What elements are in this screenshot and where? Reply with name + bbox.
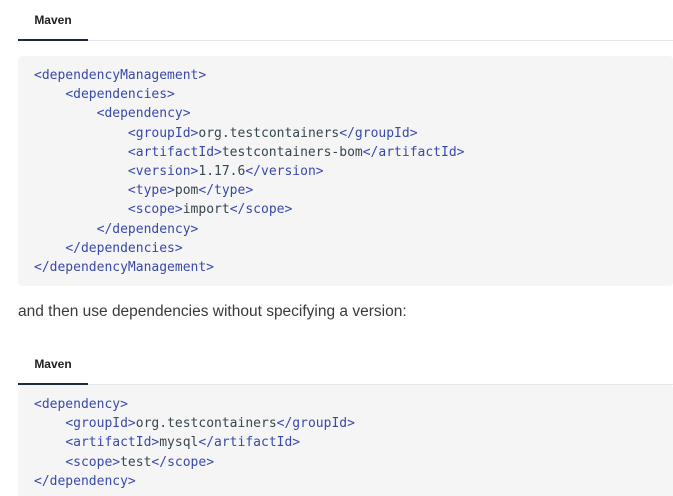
code-line: </dependencyManagement>	[34, 258, 657, 277]
xml-close-tag: </scope>	[151, 454, 215, 470]
xml-text-value: mysql	[159, 435, 199, 451]
xml-open-tag: <dependencies>	[65, 87, 175, 103]
xml-open-tag: <type>	[127, 183, 175, 199]
code-line: <dependency>	[34, 104, 657, 123]
xml-close-tag: </groupId>	[339, 125, 418, 141]
xml-open-tag: <scope>	[127, 202, 183, 218]
code-line: </dependencies>	[34, 239, 657, 258]
code-block-dependency-management[interactable]: <dependencyManagement> <dependencies> <d…	[18, 56, 673, 286]
xml-text-value: testcontainers-bom	[221, 144, 363, 160]
xml-text-value: org.testcontainers	[198, 125, 340, 141]
code-line: <dependencies>	[34, 85, 657, 104]
code-line: <scope>test</scope>	[34, 453, 657, 472]
xml-open-tag: </dependency>	[96, 221, 199, 237]
code-line: <groupId>org.testcontainers</groupId>	[34, 124, 657, 143]
xml-close-tag: </artifactId>	[198, 435, 301, 451]
tab-label: Maven	[34, 13, 72, 27]
xml-open-tag: <dependency>	[34, 397, 128, 412]
xml-open-tag: <scope>	[65, 454, 121, 470]
code-line: <version>1.17.6</version>	[34, 162, 657, 181]
code-line: <artifactId>testcontainers-bom</artifact…	[34, 143, 657, 162]
code-block-dependency[interactable]: <dependency> <groupId>org.testcontainers…	[18, 385, 673, 496]
code-line: <scope>import</scope>	[34, 200, 657, 219]
xml-close-tag: </scope>	[229, 202, 293, 218]
xml-text-value: 1.17.6	[198, 163, 246, 179]
code-line: <type>pom</type>	[34, 181, 657, 200]
code-tabs-top: Maven	[18, 0, 673, 41]
xml-open-tag: <artifactId>	[127, 144, 222, 160]
xml-text-value: import	[182, 202, 230, 218]
tab-maven[interactable]: Maven	[18, 0, 88, 41]
xml-open-tag: </dependency>	[34, 473, 136, 489]
code-line: <artifactId>mysql</artifactId>	[34, 433, 657, 452]
xml-close-tag: </groupId>	[276, 416, 355, 432]
xml-open-tag: </dependencies>	[65, 240, 183, 256]
xml-close-tag: </version>	[245, 163, 324, 179]
xml-open-tag: </dependencyManagement>	[34, 259, 215, 275]
xml-open-tag: <dependency>	[96, 106, 191, 122]
code-line: <dependency>	[34, 395, 657, 414]
xml-open-tag: <version>	[127, 163, 199, 179]
xml-open-tag: <groupId>	[65, 416, 136, 432]
tab-label: Maven	[34, 357, 72, 371]
documentation-page: Maven <dependencyManagement> <dependenci…	[0, 0, 673, 496]
tab-maven[interactable]: Maven	[18, 344, 88, 385]
xml-open-tag: <groupId>	[127, 125, 199, 141]
paragraph-text: and then use dependencies without specif…	[18, 303, 407, 320]
xml-text-value: org.testcontainers	[135, 416, 277, 432]
xml-open-tag: <artifactId>	[65, 435, 160, 451]
code-line: </dependency>	[34, 472, 657, 491]
code-lines: <dependencyManagement> <dependencies> <d…	[34, 66, 657, 277]
code-line: </dependency>	[34, 220, 657, 239]
active-tab-indicator	[18, 39, 88, 41]
code-line: <dependencyManagement>	[34, 66, 657, 85]
xml-close-tag: </type>	[198, 183, 254, 199]
code-line: <groupId>org.testcontainers</groupId>	[34, 414, 657, 433]
xml-text-value: pom	[174, 183, 199, 199]
xml-text-value: test	[120, 454, 152, 470]
code-lines: <dependency> <groupId>org.testcontainers…	[34, 395, 657, 491]
xml-open-tag: <dependencyManagement>	[34, 68, 207, 83]
code-tabs-bottom: Maven	[18, 344, 673, 385]
xml-close-tag: </artifactId>	[362, 144, 465, 160]
